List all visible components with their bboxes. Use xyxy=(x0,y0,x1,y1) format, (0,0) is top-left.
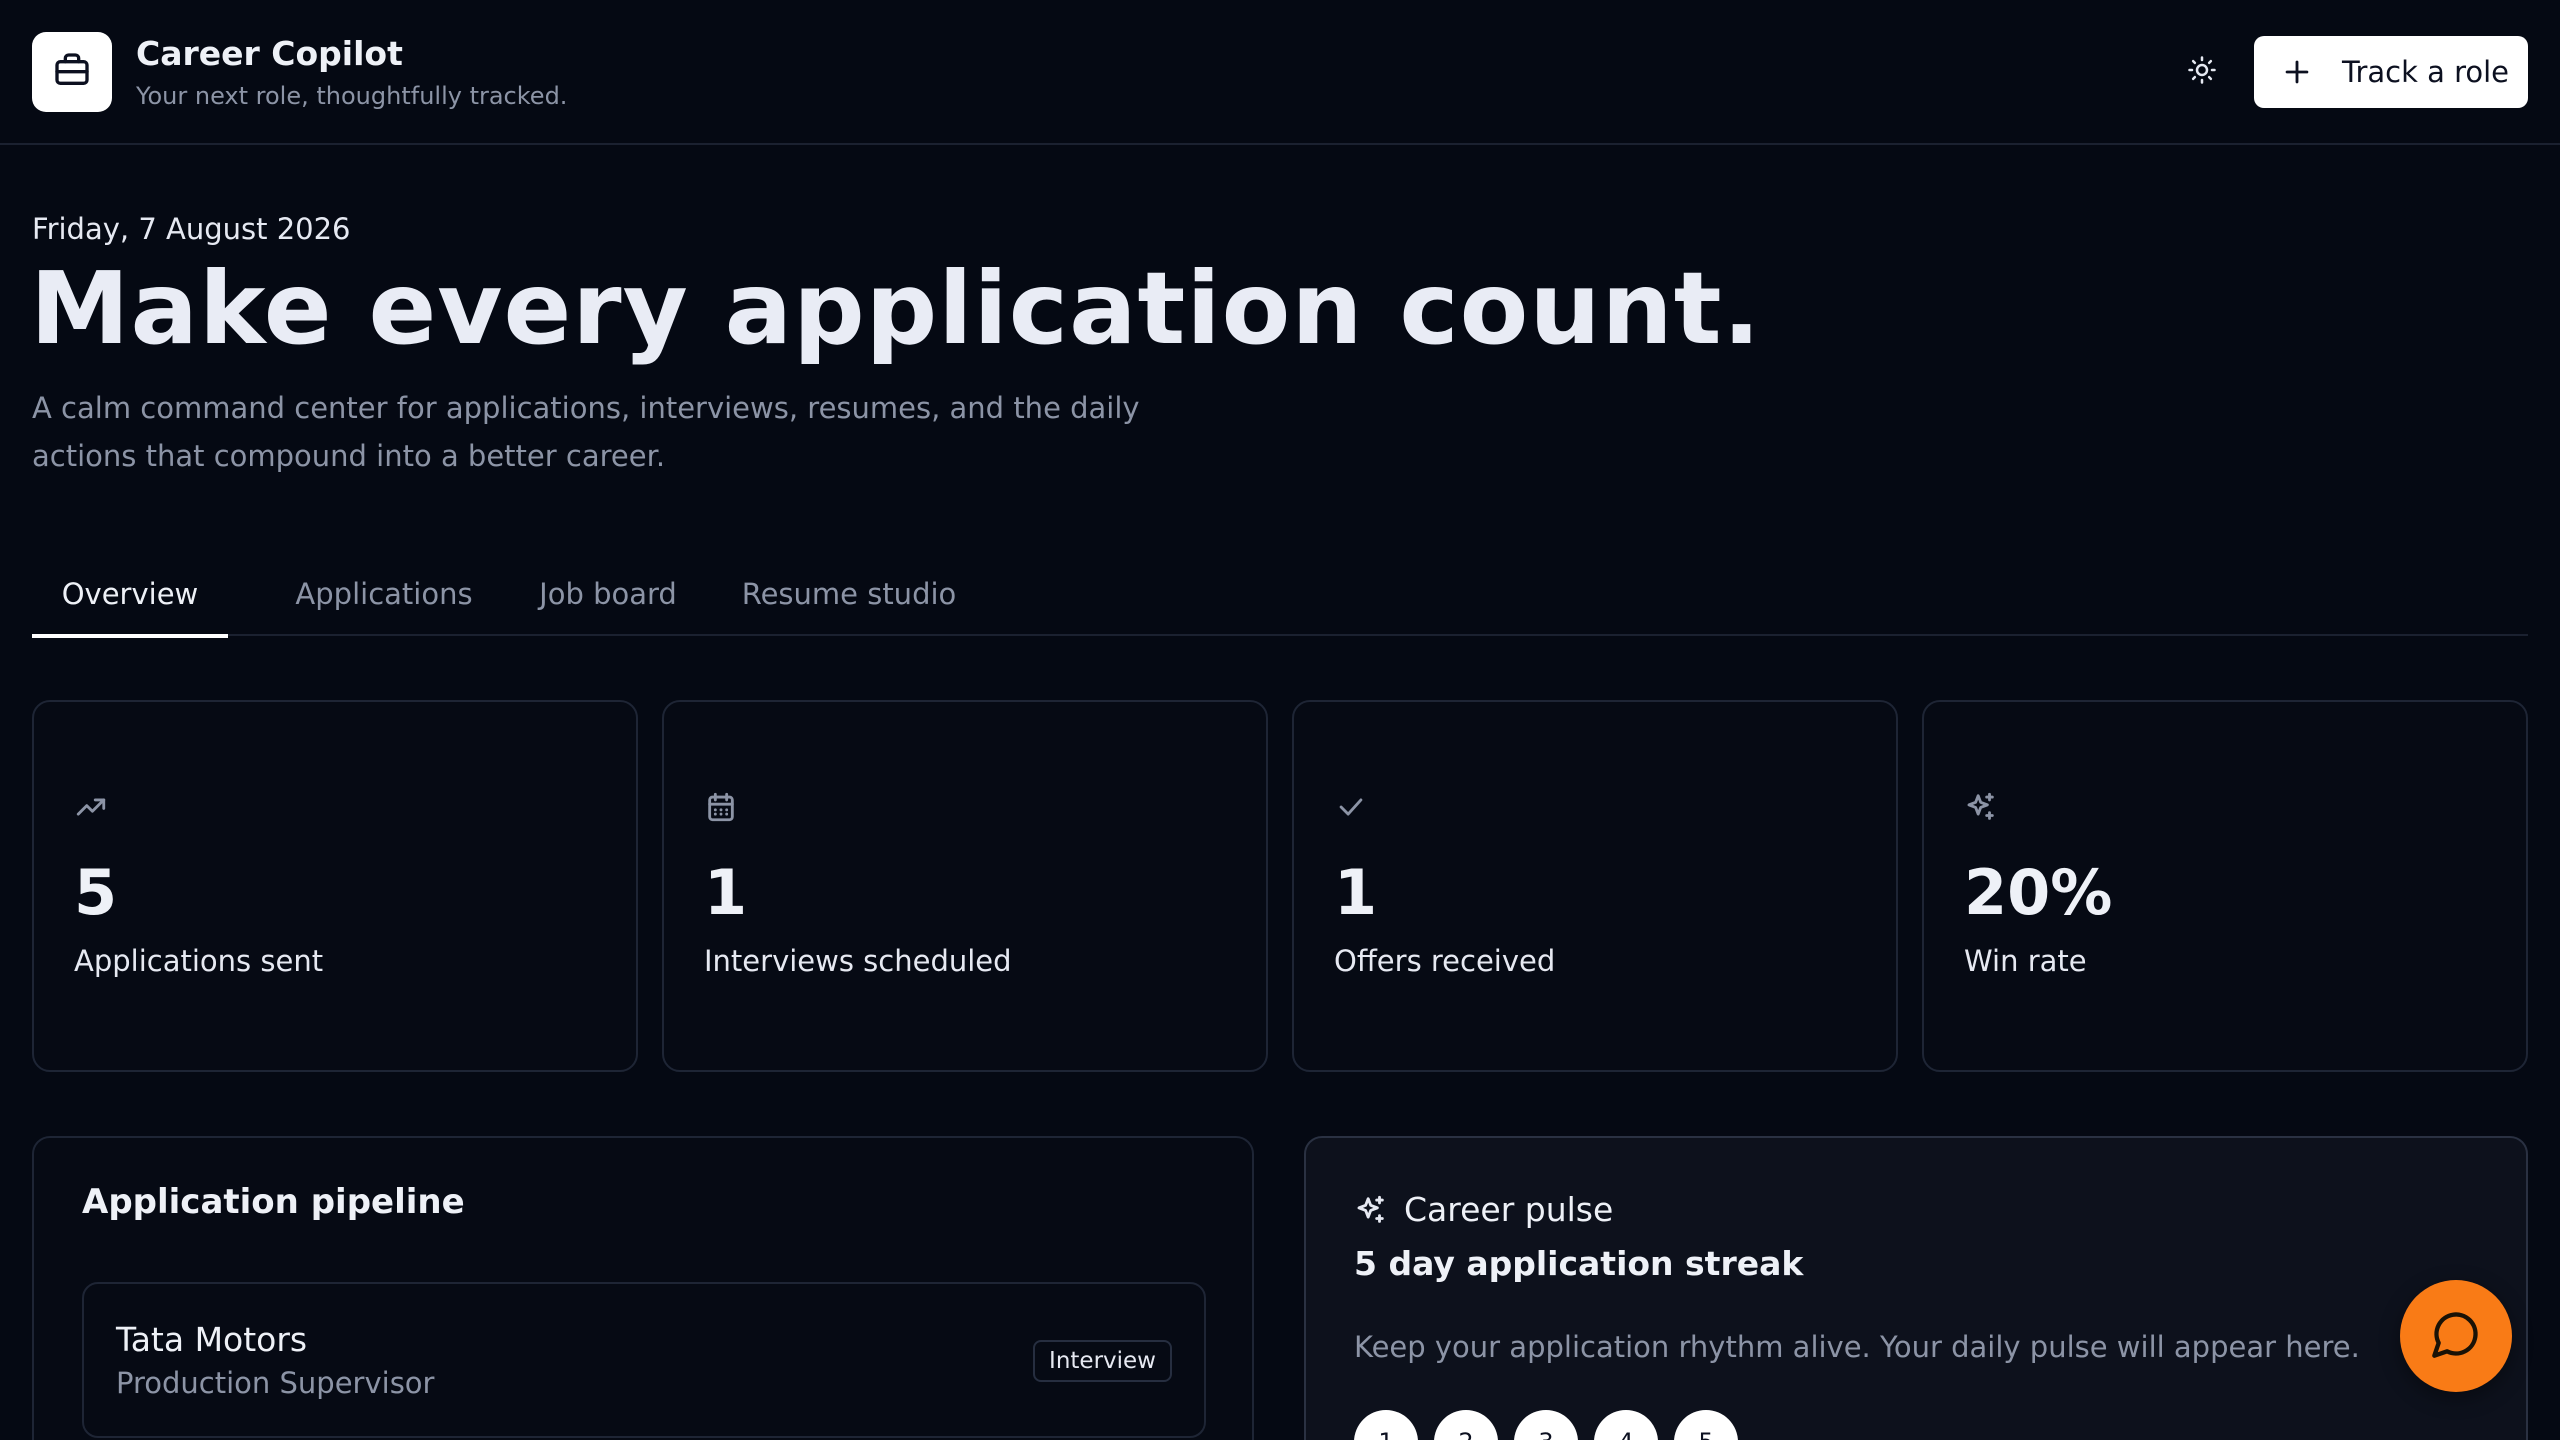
stat-card-offers: 1 Offers received xyxy=(1292,700,1898,1072)
stat-value: 20% xyxy=(1964,856,2113,929)
app-subtitle: Your next role, thoughtfully tracked. xyxy=(136,82,568,110)
career-pulse-panel: Career pulse 5 day application streak Ke… xyxy=(1304,1136,2528,1440)
app-logo xyxy=(32,32,112,112)
briefcase-icon xyxy=(52,50,92,94)
streak-day: 4 xyxy=(1594,1410,1658,1440)
role-title: Production Supervisor xyxy=(116,1366,435,1400)
sparkles-icon xyxy=(1964,790,1998,824)
stat-label: Offers received xyxy=(1334,944,1556,978)
tab-overview[interactable]: Overview xyxy=(32,552,228,638)
streak-day: 3 xyxy=(1514,1410,1578,1440)
page-title: Make every application count. xyxy=(30,250,1762,367)
theme-toggle-button[interactable] xyxy=(2178,48,2226,96)
pulse-header: Career pulse xyxy=(1354,1190,1613,1229)
streak-day: 1 xyxy=(1354,1410,1418,1440)
stat-value: 5 xyxy=(74,856,118,929)
streak-day: 5 xyxy=(1674,1410,1738,1440)
track-role-label: Track a role xyxy=(2342,55,2510,89)
streak-text: 5 day application streak xyxy=(1354,1244,1804,1283)
app-title: Career Copilot xyxy=(136,34,403,73)
stat-label: Interviews scheduled xyxy=(704,944,1012,978)
pulse-heading: Career pulse xyxy=(1404,1190,1614,1229)
app-header: Career Copilot Your next role, thoughtfu… xyxy=(0,0,2560,145)
company-name: Tata Motors xyxy=(116,1320,308,1359)
chat-button[interactable] xyxy=(2400,1280,2512,1392)
tab-applications[interactable]: Applications xyxy=(268,552,500,636)
streak-day: 2 xyxy=(1434,1410,1498,1440)
stat-card-interviews: 1 Interviews scheduled xyxy=(662,700,1268,1072)
tab-job-board[interactable]: Job board xyxy=(508,552,708,636)
track-role-button[interactable]: Track a role xyxy=(2254,36,2528,108)
stat-card-win-rate: 20% Win rate xyxy=(1922,700,2528,1072)
tab-bar: Overview Applications Job board Resume s… xyxy=(32,552,2528,638)
calendar-icon xyxy=(704,790,738,824)
stat-card-applications: 5 Applications sent xyxy=(32,700,638,1072)
stat-label: Applications sent xyxy=(74,944,324,978)
chat-bubble-icon xyxy=(2430,1308,2482,1364)
tab-resume-studio[interactable]: Resume studio xyxy=(708,552,990,636)
stat-value: 1 xyxy=(1334,856,1378,929)
application-pipeline-panel: Application pipeline Tata Motors Product… xyxy=(32,1136,1254,1440)
status-badge: Interview xyxy=(1033,1340,1172,1382)
current-date: Friday, 7 August 2026 xyxy=(32,212,351,246)
pulse-description: Keep your application rhythm alive. Your… xyxy=(1354,1330,2360,1364)
sun-icon xyxy=(2187,55,2217,89)
stat-value: 1 xyxy=(704,856,748,929)
check-icon xyxy=(1334,790,1368,824)
pipeline-title: Application pipeline xyxy=(82,1182,465,1222)
trending-up-icon xyxy=(74,790,108,824)
page-description: A calm command center for applications, … xyxy=(32,391,1140,473)
sparkles-icon xyxy=(1354,1193,1388,1227)
plus-icon xyxy=(2280,55,2314,89)
streak-days: 1 2 3 4 5 xyxy=(1354,1410,1738,1440)
stat-label: Win rate xyxy=(1964,944,2087,978)
pipeline-item[interactable]: Tata Motors Production Supervisor Interv… xyxy=(82,1282,1206,1438)
